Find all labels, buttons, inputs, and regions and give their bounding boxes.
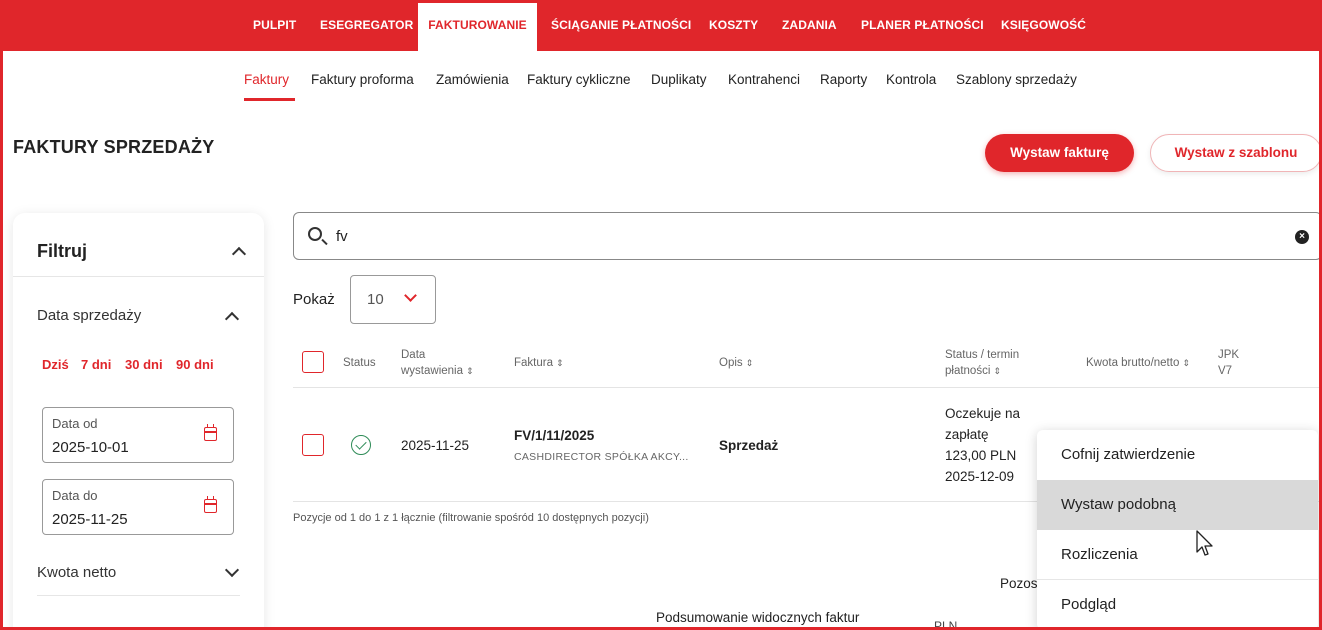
date-from-label: Data od xyxy=(52,416,98,431)
col-issue-date[interactable]: Data wystawienia ⇕ xyxy=(401,347,474,379)
page-size-select[interactable]: 10 xyxy=(350,275,436,324)
col-jpk-line2: V7 xyxy=(1218,365,1233,377)
row-description: Sprzedaż xyxy=(719,438,779,453)
subnav-duplikaty[interactable]: Duplikaty xyxy=(651,72,707,87)
filter-divider xyxy=(13,276,264,277)
topnav-planer-platnosci[interactable]: PLANER PŁATNOŚCI xyxy=(861,0,984,51)
menu-item-settlements[interactable]: Rozliczenia xyxy=(1037,530,1318,580)
search-value: fv xyxy=(336,228,348,245)
page-size-label: Pokaż xyxy=(293,291,335,308)
quick-filter-90-days[interactable]: 90 dni xyxy=(176,357,214,372)
topnav-koszty[interactable]: KOSZTY xyxy=(709,0,758,51)
sort-icon[interactable]: ⇕ xyxy=(1182,355,1190,371)
summary-currency: PLN xyxy=(934,619,958,630)
net-amount-label[interactable]: Kwota netto xyxy=(37,564,116,581)
issue-invoice-button[interactable]: Wystaw fakturę xyxy=(985,134,1134,172)
col-payment-line2: płatności xyxy=(945,365,991,377)
date-from-field[interactable]: Data od 2025-10-01 xyxy=(42,407,234,463)
menu-item-issue-similar[interactable]: Wystaw podobną xyxy=(1037,480,1318,530)
row-payment-status-1: Oczekuje na xyxy=(945,406,1021,421)
topnav-pulpit[interactable]: PULPIT xyxy=(253,0,296,51)
sort-icon[interactable]: ⇕ xyxy=(993,363,1001,379)
topnav-zadania[interactable]: ZADANIA xyxy=(782,0,837,51)
calendar-icon[interactable] xyxy=(204,424,217,441)
topnav-esegregator[interactable]: ESEGREGATOR xyxy=(320,0,413,51)
subnav-faktury-cykliczne[interactable]: Faktury cykliczne xyxy=(527,72,631,87)
menu-item-preview[interactable]: Podgląd xyxy=(1037,580,1318,630)
page-size-value: 10 xyxy=(367,291,384,308)
col-invoice-label: Faktura xyxy=(514,357,553,369)
check-circle-icon xyxy=(351,435,371,455)
col-jpk-line1: JPK xyxy=(1218,349,1240,361)
row-payment-due: 2025-12-09 xyxy=(945,469,1015,484)
sort-icon[interactable]: ⇕ xyxy=(466,363,474,379)
row-payment-status-2: zapłatę xyxy=(945,427,989,442)
row-issue-date: 2025-11-25 xyxy=(401,438,470,453)
col-amount[interactable]: Kwota brutto/netto ⇕ xyxy=(1086,355,1190,371)
col-description-label: Opis xyxy=(719,357,743,369)
date-from-value: 2025-10-01 xyxy=(52,439,129,456)
subnav-kontrola[interactable]: Kontrola xyxy=(886,72,936,87)
col-description[interactable]: Opis ⇕ xyxy=(719,355,753,371)
table-footer-info: Pozycje od 1 do 1 z 1 łącznie (filtrowan… xyxy=(293,512,649,524)
col-payment-status[interactable]: Status / termin płatności ⇕ xyxy=(945,347,1019,379)
sort-icon[interactable]: ⇕ xyxy=(746,355,754,371)
subnav-faktury[interactable]: Faktury xyxy=(244,72,289,87)
page-title: FAKTURY SPRZEDAŻY xyxy=(13,137,215,157)
table-header-divider xyxy=(293,387,1322,388)
col-invoice[interactable]: Faktura ⇕ xyxy=(514,355,564,371)
row-context-menu: Cofnij zatwierdzenie Wystaw podobną Rozl… xyxy=(1037,430,1318,630)
subnav-szablony-sprzedazy[interactable]: Szablony sprzedaży xyxy=(956,72,1077,87)
subnav-raporty[interactable]: Raporty xyxy=(820,72,867,87)
subnav-kontrahenci[interactable]: Kontrahenci xyxy=(728,72,800,87)
row-payment-amount: 123,00 PLN xyxy=(945,448,1017,463)
visible-invoices-summary: Podsumowanie widocznych faktur xyxy=(656,610,860,625)
filter-title: Filtruj xyxy=(37,241,87,261)
filter-section-divider xyxy=(37,595,240,596)
search-input[interactable]: fv × xyxy=(293,212,1322,260)
menu-item-undo-approval[interactable]: Cofnij zatwierdzenie xyxy=(1037,430,1318,480)
active-tab-underline xyxy=(244,98,295,101)
date-to-value: 2025-11-25 xyxy=(52,511,128,528)
date-to-field[interactable]: Data do 2025-11-25 xyxy=(42,479,234,535)
calendar-icon[interactable] xyxy=(204,496,217,513)
issue-from-template-button[interactable]: Wystaw z szablonu xyxy=(1150,134,1322,172)
clear-search-icon[interactable]: × xyxy=(1295,230,1309,244)
subnav-faktury-proforma[interactable]: Faktury proforma xyxy=(311,72,414,87)
row-client-name: CASHDIRECTOR SPÓŁKA AKCY... xyxy=(514,451,689,463)
col-issue-date-line2: wystawienia xyxy=(401,365,463,377)
quick-filter-7-days[interactable]: 7 dni xyxy=(81,357,111,372)
topnav-sciaganie-platnosci[interactable]: ŚCIĄGANIE PŁATNOŚCI xyxy=(551,0,691,51)
search-icon xyxy=(308,227,322,241)
sale-date-label[interactable]: Data sprzedaży xyxy=(37,307,141,324)
date-to-label: Data do xyxy=(52,488,98,503)
select-all-checkbox[interactable] xyxy=(302,351,324,373)
chevron-down-icon xyxy=(404,289,417,302)
col-payment-line1: Status / termin xyxy=(945,349,1020,361)
row-invoice-number[interactable]: FV/1/11/2025 xyxy=(514,428,594,443)
quick-filter-30-days[interactable]: 30 dni xyxy=(125,357,163,372)
top-navigation: PULPIT ESEGREGATOR FAKTUROWANIE ŚCIĄGANI… xyxy=(0,0,1322,51)
mouse-pointer-icon xyxy=(1196,530,1213,556)
subnav-zamowienia[interactable]: Zamówienia xyxy=(436,72,509,87)
col-jpk[interactable]: JPK V7 xyxy=(1218,347,1239,379)
row-checkbox[interactable] xyxy=(302,434,324,456)
remaining-label: Pozos xyxy=(1000,576,1038,591)
quick-filter-today[interactable]: Dziś xyxy=(42,357,69,372)
col-status[interactable]: Status xyxy=(343,355,376,371)
topnav-ksiegowosc[interactable]: KSIĘGOWOŚĆ xyxy=(1001,0,1086,51)
col-amount-label: Kwota brutto/netto xyxy=(1086,357,1180,369)
sort-icon[interactable]: ⇕ xyxy=(556,355,564,371)
topnav-fakturowanie[interactable]: FAKTUROWANIE xyxy=(418,0,537,51)
col-issue-date-line1: Data xyxy=(401,349,426,361)
